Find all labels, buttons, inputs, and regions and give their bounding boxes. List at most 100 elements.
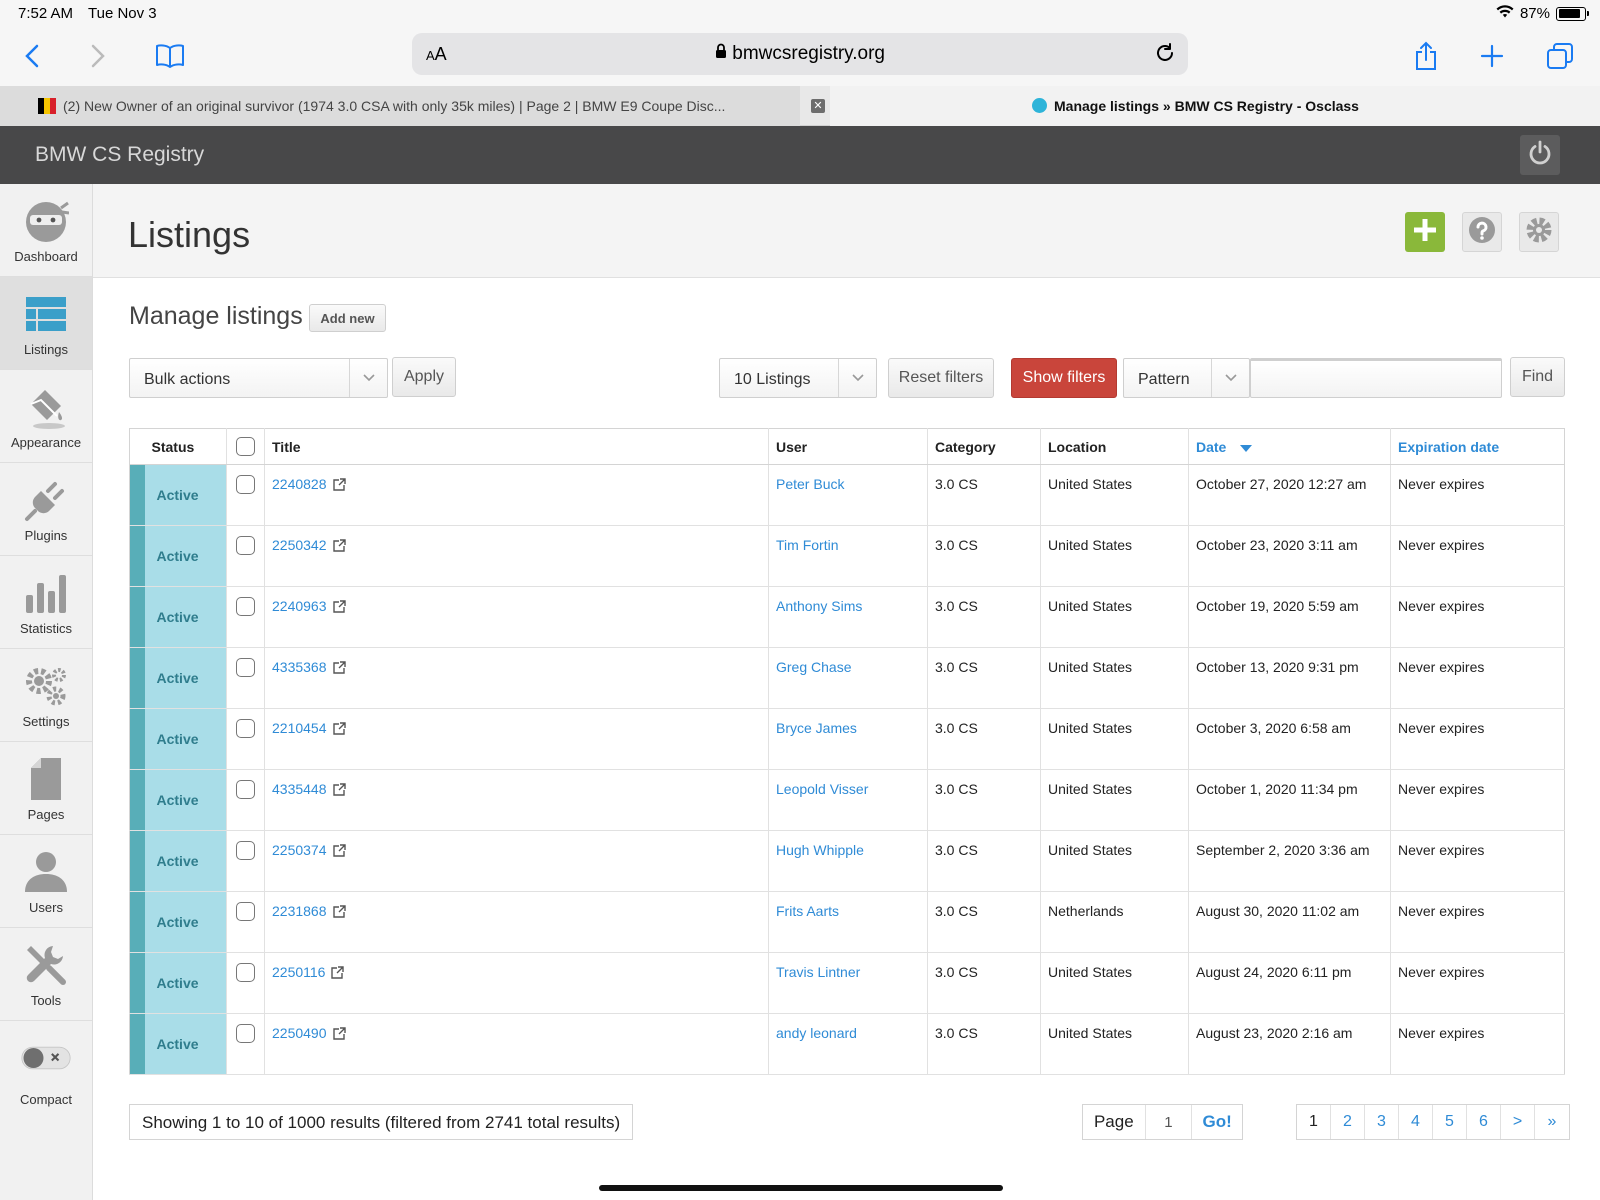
- page-link[interactable]: 6: [1467, 1105, 1501, 1139]
- row-checkbox[interactable]: [236, 841, 255, 860]
- user-link[interactable]: Leopold Visser: [776, 781, 868, 797]
- sidebar-item-pages[interactable]: Pages: [0, 742, 92, 835]
- listing-title-link[interactable]: 2250490: [272, 1025, 327, 1041]
- status-badge: Active: [144, 830, 227, 892]
- go-button[interactable]: Go!: [1192, 1105, 1242, 1139]
- user-link[interactable]: Bryce James: [776, 720, 857, 736]
- external-link-icon[interactable]: [332, 722, 346, 738]
- sidebar-item-listings[interactable]: Listings: [0, 277, 92, 370]
- listing-title-link[interactable]: 4335448: [272, 781, 327, 797]
- external-link-icon[interactable]: [332, 905, 346, 921]
- expiration-cell: Never expires: [1390, 952, 1565, 1014]
- page-link[interactable]: 4: [1399, 1105, 1433, 1139]
- external-link-icon[interactable]: [331, 966, 345, 982]
- user-link[interactable]: Hugh Whipple: [776, 842, 864, 858]
- brand-link[interactable]: BMW CS Registry: [35, 143, 204, 167]
- row-checkbox[interactable]: [236, 536, 255, 555]
- logout-button[interactable]: [1520, 135, 1560, 175]
- listing-title-link[interactable]: 2240828: [272, 476, 327, 492]
- tab-manage-listings[interactable]: Manage listings » BMW CS Registry - Oscl…: [830, 86, 1600, 126]
- category-cell: 3.0 CS: [927, 952, 1041, 1014]
- forward-icon[interactable]: [80, 38, 116, 74]
- sidebar-item-compact[interactable]: Compact: [0, 1021, 92, 1114]
- external-link-icon[interactable]: [332, 783, 346, 799]
- reset-filters-button[interactable]: Reset filters: [888, 358, 994, 398]
- bulk-actions-select[interactable]: Bulk actions: [129, 358, 388, 398]
- external-link-icon[interactable]: [332, 661, 346, 677]
- row-checkbox[interactable]: [236, 475, 255, 494]
- select-all-checkbox[interactable]: [236, 437, 255, 456]
- toggle-icon[interactable]: [21, 1033, 71, 1083]
- external-link-icon[interactable]: [332, 600, 346, 616]
- location-cell: United States: [1040, 708, 1189, 770]
- row-checkbox[interactable]: [236, 719, 255, 738]
- reload-icon[interactable]: [1154, 42, 1176, 69]
- sidebar-item-appearance[interactable]: Appearance: [0, 370, 92, 463]
- search-input[interactable]: [1250, 358, 1502, 398]
- row-checkbox[interactable]: [236, 963, 255, 982]
- pattern-select[interactable]: Pattern: [1123, 358, 1250, 398]
- col-expiration[interactable]: Expiration date: [1390, 428, 1565, 465]
- user-link[interactable]: Tim Fortin: [776, 537, 838, 553]
- apply-button[interactable]: Apply: [392, 357, 456, 397]
- page-link[interactable]: >: [1501, 1105, 1535, 1139]
- external-link-icon[interactable]: [332, 1027, 346, 1043]
- user-link[interactable]: Frits Aarts: [776, 903, 839, 919]
- listing-title-link[interactable]: 2231868: [272, 903, 327, 919]
- sidebar-item-statistics[interactable]: Statistics: [0, 556, 92, 649]
- sidebar-item-plugins[interactable]: Plugins: [0, 463, 92, 556]
- user-icon: [21, 847, 71, 897]
- sidebar-item-users[interactable]: Users: [0, 835, 92, 928]
- tabs-overview-icon[interactable]: [1542, 38, 1578, 74]
- share-icon[interactable]: [1408, 38, 1444, 74]
- tab-forum[interactable]: (2) New Owner of an original survivor (1…: [0, 86, 800, 126]
- flag-icon: [38, 98, 56, 114]
- tab-close-icon[interactable]: ✕: [811, 99, 825, 113]
- row-checkbox[interactable]: [236, 597, 255, 616]
- page-link[interactable]: »: [1535, 1105, 1569, 1139]
- listing-title-link[interactable]: 2250374: [272, 842, 327, 858]
- settings-button[interactable]: [1519, 212, 1559, 252]
- back-icon[interactable]: [14, 38, 50, 74]
- show-filters-button[interactable]: Show filters: [1011, 358, 1117, 398]
- date-cell: September 2, 2020 3:36 am: [1188, 830, 1391, 892]
- page-link[interactable]: 3: [1365, 1105, 1399, 1139]
- sidebar-label: Listings: [23, 342, 69, 357]
- user-link[interactable]: Travis Lintner: [776, 964, 860, 980]
- page-current[interactable]: 1: [1297, 1105, 1331, 1139]
- listing-title-link[interactable]: 2250116: [272, 964, 325, 980]
- find-button[interactable]: Find: [1510, 357, 1565, 397]
- page-link[interactable]: 2: [1331, 1105, 1365, 1139]
- sidebar-item-settings[interactable]: Settings: [0, 649, 92, 742]
- external-link-icon[interactable]: [332, 478, 346, 494]
- user-link[interactable]: Greg Chase: [776, 659, 851, 675]
- user-link[interactable]: Peter Buck: [776, 476, 844, 492]
- row-checkbox[interactable]: [236, 780, 255, 799]
- location-cell: Netherlands: [1040, 891, 1189, 953]
- page-input[interactable]: 1: [1146, 1105, 1193, 1139]
- row-select-cell: [226, 464, 265, 526]
- listing-title-link[interactable]: 4335368: [272, 659, 327, 675]
- gear-icon: [1525, 216, 1553, 249]
- external-link-icon[interactable]: [332, 539, 346, 555]
- listing-title-link[interactable]: 2210454: [272, 720, 327, 736]
- user-link[interactable]: Anthony Sims: [776, 598, 862, 614]
- row-checkbox[interactable]: [236, 658, 255, 677]
- add-new-button[interactable]: Add new: [309, 304, 386, 332]
- add-listing-button[interactable]: [1405, 212, 1445, 252]
- address-bar[interactable]: AA bmwcsregistry.org: [412, 33, 1188, 75]
- row-checkbox[interactable]: [236, 1024, 255, 1043]
- per-page-select[interactable]: 10 Listings: [719, 358, 877, 398]
- col-date[interactable]: Date: [1188, 428, 1391, 465]
- row-checkbox[interactable]: [236, 902, 255, 921]
- external-link-icon[interactable]: [332, 844, 346, 860]
- page-link[interactable]: 5: [1433, 1105, 1467, 1139]
- sidebar-item-dashboard[interactable]: Dashboard: [0, 184, 92, 277]
- sidebar-item-tools[interactable]: Tools: [0, 928, 92, 1021]
- listing-title-link[interactable]: 2240963: [272, 598, 327, 614]
- help-button[interactable]: [1462, 212, 1502, 252]
- bookmarks-icon[interactable]: [152, 38, 188, 74]
- listing-title-link[interactable]: 2250342: [272, 537, 327, 553]
- user-link[interactable]: andy leonard: [776, 1025, 857, 1041]
- new-tab-icon[interactable]: [1474, 38, 1510, 74]
